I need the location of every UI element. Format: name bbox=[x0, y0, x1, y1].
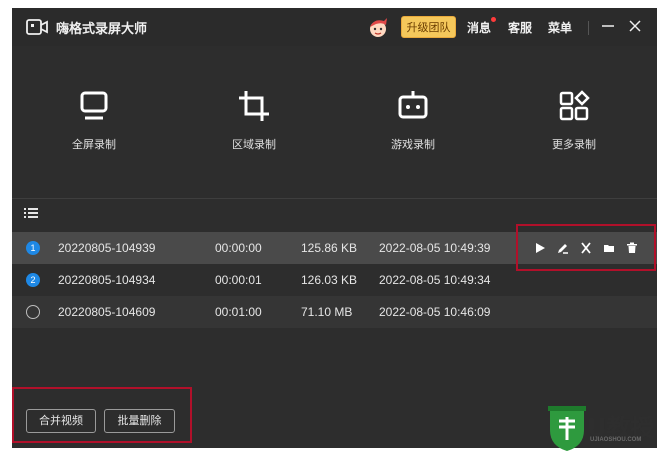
close-icon[interactable] bbox=[625, 16, 645, 36]
monitor-icon bbox=[80, 91, 108, 120]
section-divider bbox=[12, 198, 657, 199]
mode-region[interactable]: 区域录制 bbox=[194, 88, 314, 168]
messages-link[interactable]: 消息 bbox=[467, 19, 491, 36]
support-link[interactable]: 客服 bbox=[508, 19, 532, 36]
mode-game[interactable]: 游戏录制 bbox=[353, 88, 473, 168]
mode-label: 全屏录制 bbox=[72, 139, 116, 151]
recording-date: 2022-08-05 10:49:34 bbox=[379, 273, 491, 287]
titlebar-divider bbox=[588, 21, 589, 35]
row-check-indicator[interactable]: 1 bbox=[26, 241, 40, 255]
recording-size: 125.86 KB bbox=[301, 241, 358, 255]
recording-date: 2022-08-05 10:46:09 bbox=[379, 305, 491, 319]
grid-icon bbox=[559, 90, 590, 121]
row-check-indicator[interactable] bbox=[26, 305, 40, 319]
recording-name: 20220805-104939 bbox=[58, 241, 156, 255]
recording-duration: 00:00:00 bbox=[215, 241, 262, 255]
upgrade-team-button[interactable]: 升级团队 bbox=[401, 16, 456, 38]
camera-logo-icon bbox=[26, 19, 48, 35]
recording-row[interactable]: 20220805-104609 00:01:00 71.10 MB 2022-0… bbox=[12, 296, 657, 328]
watermark-site: UJIAOSHOU.COM bbox=[590, 437, 642, 443]
recording-size: 71.10 MB bbox=[301, 305, 353, 319]
recording-modes: 全屏录制 区域录制 游戏录制 更多录制 bbox=[12, 46, 657, 198]
mode-more[interactable]: 更多录制 bbox=[514, 88, 634, 168]
actions-highlight-box bbox=[516, 224, 656, 271]
message-notification-dot bbox=[491, 17, 496, 22]
mode-label: 更多录制 bbox=[552, 139, 596, 151]
mode-label: 区域录制 bbox=[232, 139, 276, 151]
footer-highlight-box bbox=[12, 387, 192, 443]
mode-label: 游戏录制 bbox=[391, 139, 435, 151]
recording-name: 20220805-104609 bbox=[58, 305, 156, 319]
mode-fullscreen[interactable]: 全屏录制 bbox=[34, 88, 154, 168]
title-bar: 嗨格式录屏大师 升级团队 消息 客服 菜单 bbox=[12, 8, 657, 46]
minimize-icon[interactable] bbox=[598, 16, 618, 36]
row-check-indicator[interactable]: 2 bbox=[26, 273, 40, 287]
mascot-icon[interactable] bbox=[366, 16, 390, 40]
recording-duration: 00:00:01 bbox=[215, 273, 262, 287]
gamepad-icon bbox=[398, 91, 428, 119]
recording-date: 2022-08-05 10:49:39 bbox=[379, 241, 491, 255]
menu-link[interactable]: 菜单 bbox=[548, 19, 572, 36]
recording-size: 126.03 KB bbox=[301, 273, 358, 287]
crop-icon bbox=[239, 91, 269, 121]
list-view-icon[interactable] bbox=[24, 206, 38, 220]
app-title: 嗨格式录屏大师 bbox=[56, 21, 148, 36]
recording-duration: 00:01:00 bbox=[215, 305, 262, 319]
recording-name: 20220805-104934 bbox=[58, 273, 156, 287]
